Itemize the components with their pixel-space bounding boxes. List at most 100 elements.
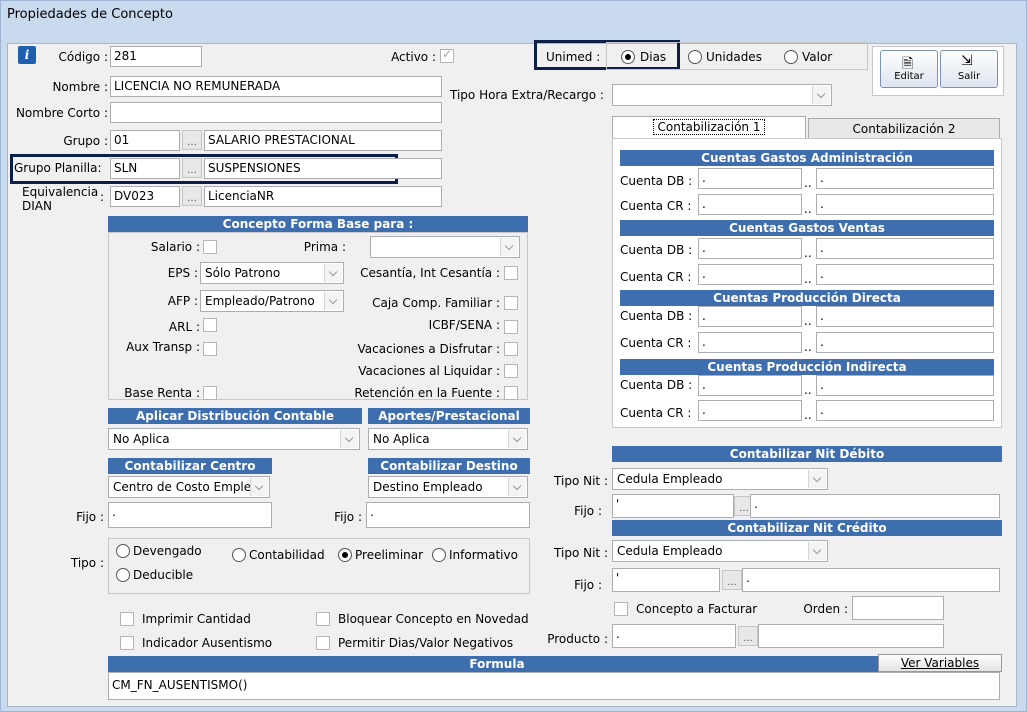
salario-label: Salario : [150,240,200,254]
centro-fijo-label: Fijo : [76,510,104,524]
producto-field[interactable]: . [612,624,736,648]
grupo-planilla-lookup-button[interactable]: ... [182,158,202,178]
nit-credito-fijo-field-2[interactable]: . [742,568,1000,592]
icbf-checkbox[interactable] [504,320,518,334]
exit-icon: ⇲ [961,53,973,69]
nombre-corto-field[interactable] [110,102,442,123]
nombre-corto-label: Nombre Corto : [15,106,108,120]
vac-liquidar-checkbox[interactable] [504,364,518,378]
ventas-cr-field-2[interactable]: . [816,264,994,285]
grupo-planilla-code-field[interactable]: SLN [110,158,180,179]
nit-credito-tipo-combo[interactable]: Cedula Empleado [612,540,828,562]
tab-contabilizacion-2[interactable]: Contabilización 2 [808,118,1000,140]
tab-1-label: Contabilización 1 [652,119,766,135]
ventas-cr-field[interactable]: . [698,264,802,285]
formula-field[interactable]: CM_FN_AUSENTISMO() [108,672,1000,700]
cesantia-checkbox[interactable] [504,266,518,280]
caja-label: Caja Comp. Familiar : [372,296,500,310]
ver-variables-button[interactable]: Ver Variables [878,654,1002,672]
nit-credito-lookup-button[interactable]: ... [722,570,742,590]
bloquear-checkbox[interactable] [316,612,330,626]
tipo-informativo-radio[interactable] [432,548,446,562]
grupo-planilla-desc-field: SUSPENSIONES [204,158,442,179]
nit-debito-fijo-field-2[interactable]: . [750,494,1000,518]
icbf-label: ICBF/SENA : [428,318,500,332]
aux-transp-checkbox[interactable] [203,342,217,356]
vac-disfrutar-checkbox[interactable] [504,342,518,356]
nombre-field[interactable]: LICENCIA NO REMUNERADA [110,76,442,97]
chevron-down-icon [500,238,518,256]
editar-button[interactable]: 🗎 Editar [880,50,938,88]
activo-checkbox[interactable]: ✓ [440,47,454,63]
admin-cr-field[interactable]: . [698,194,802,215]
orden-label: Orden : [803,602,848,616]
caja-checkbox[interactable] [504,296,518,310]
cont-centro-combo[interactable]: Centro de Costo Emple [108,476,270,498]
ventas-db-field[interactable]: . [698,238,802,259]
cont-destino-header: Contabilizar Destino [368,458,530,474]
grupo-lookup-button[interactable]: ... [182,130,202,150]
prod-dir-db-label: Cuenta DB : [620,309,693,323]
check-icon: ✓ [442,47,453,61]
edit-icon: 🗎 [902,56,914,72]
prod-ind-cr-field[interactable]: . [698,400,802,421]
ventas-db-field-2[interactable]: . [816,238,994,259]
centro-fijo-field[interactable]: . [108,502,272,528]
afp-combo[interactable]: Empleado/Patrono [200,290,344,312]
info-icon[interactable]: i [18,46,36,64]
codigo-field[interactable]: 281 [110,46,202,67]
eps-label: EPS : [167,266,198,280]
ausentismo-checkbox[interactable] [120,636,134,650]
prod-dir-cr-field-2[interactable]: . [816,332,994,353]
codigo-label: Código : [58,50,109,64]
nit-credito-fijo-field[interactable]: ' [612,568,720,592]
cont-destino-combo[interactable]: Destino Empleado [368,476,528,498]
destino-fijo-field[interactable]: . [366,502,530,528]
admin-db-field[interactable]: . [698,168,802,189]
aportes-combo[interactable]: No Aplica [368,428,528,450]
eps-combo[interactable]: Sólo Patrono [200,262,344,284]
nit-debito-fijo-field[interactable]: ' [612,494,734,518]
tipo-hora-combo[interactable] [612,84,832,106]
prod-ind-cr-field-2[interactable]: . [816,400,994,421]
base-renta-checkbox[interactable] [203,386,217,400]
grupo-code-field[interactable]: 01 [110,130,180,151]
prod-ind-db-field[interactable]: . [698,375,802,396]
permitir-checkbox[interactable] [316,636,330,650]
equivalencia-code-field[interactable]: DV023 [110,186,180,207]
prima-combo[interactable] [370,236,520,258]
prod-dir-db-field-2[interactable]: . [816,306,994,327]
imprimir-label: Imprimir Cantidad [142,612,251,626]
prod-dir-cr-field[interactable]: . [698,332,802,353]
imprimir-checkbox[interactable] [120,612,134,626]
nit-debito-tipo-combo[interactable]: Cedula Empleado [612,468,828,490]
prod-dir-db-sep: .. [804,314,812,328]
dian-label: DIAN [22,199,52,213]
salir-button[interactable]: ⇲ Salir [940,50,998,88]
retencion-checkbox[interactable] [504,386,518,400]
aportes-header: Aportes/Prestacional [368,408,530,424]
aplicar-dist-combo[interactable]: No Aplica [108,428,360,450]
admin-cr-field-2[interactable]: . [816,194,994,215]
arl-checkbox[interactable] [203,318,217,332]
cont-destino-value: Destino Empleado [373,480,483,494]
orden-field[interactable] [852,596,944,620]
salario-checkbox[interactable] [203,240,217,254]
facturar-checkbox[interactable] [614,602,628,616]
tab-contabilizacion-1[interactable]: Contabilización 1 [612,116,806,138]
chevron-down-icon [808,542,826,560]
prod-ind-db-field-2[interactable]: . [816,375,994,396]
equivalencia-lookup-button[interactable]: ... [182,186,202,206]
tipo-contabilidad-label: Contabilidad [249,548,325,562]
tipo-devengado-radio[interactable] [116,544,130,558]
chevron-down-icon [324,264,342,282]
admin-db-field-2[interactable]: . [816,168,994,189]
tipo-preeliminar-radio[interactable] [338,548,352,562]
prod-dir-db-field[interactable]: . [698,306,802,327]
tipo-contabilidad-radio[interactable] [232,548,246,562]
producto-lookup-button[interactable]: ... [738,626,758,646]
tipo-deducible-radio[interactable] [116,568,130,582]
tipo-hora-label: Tipo Hora Extra/Recargo : [450,88,604,102]
equivalencia-label: Equivalencia [22,185,99,199]
vac-disfrutar-label: Vacaciones a Disfrutar : [357,342,500,356]
